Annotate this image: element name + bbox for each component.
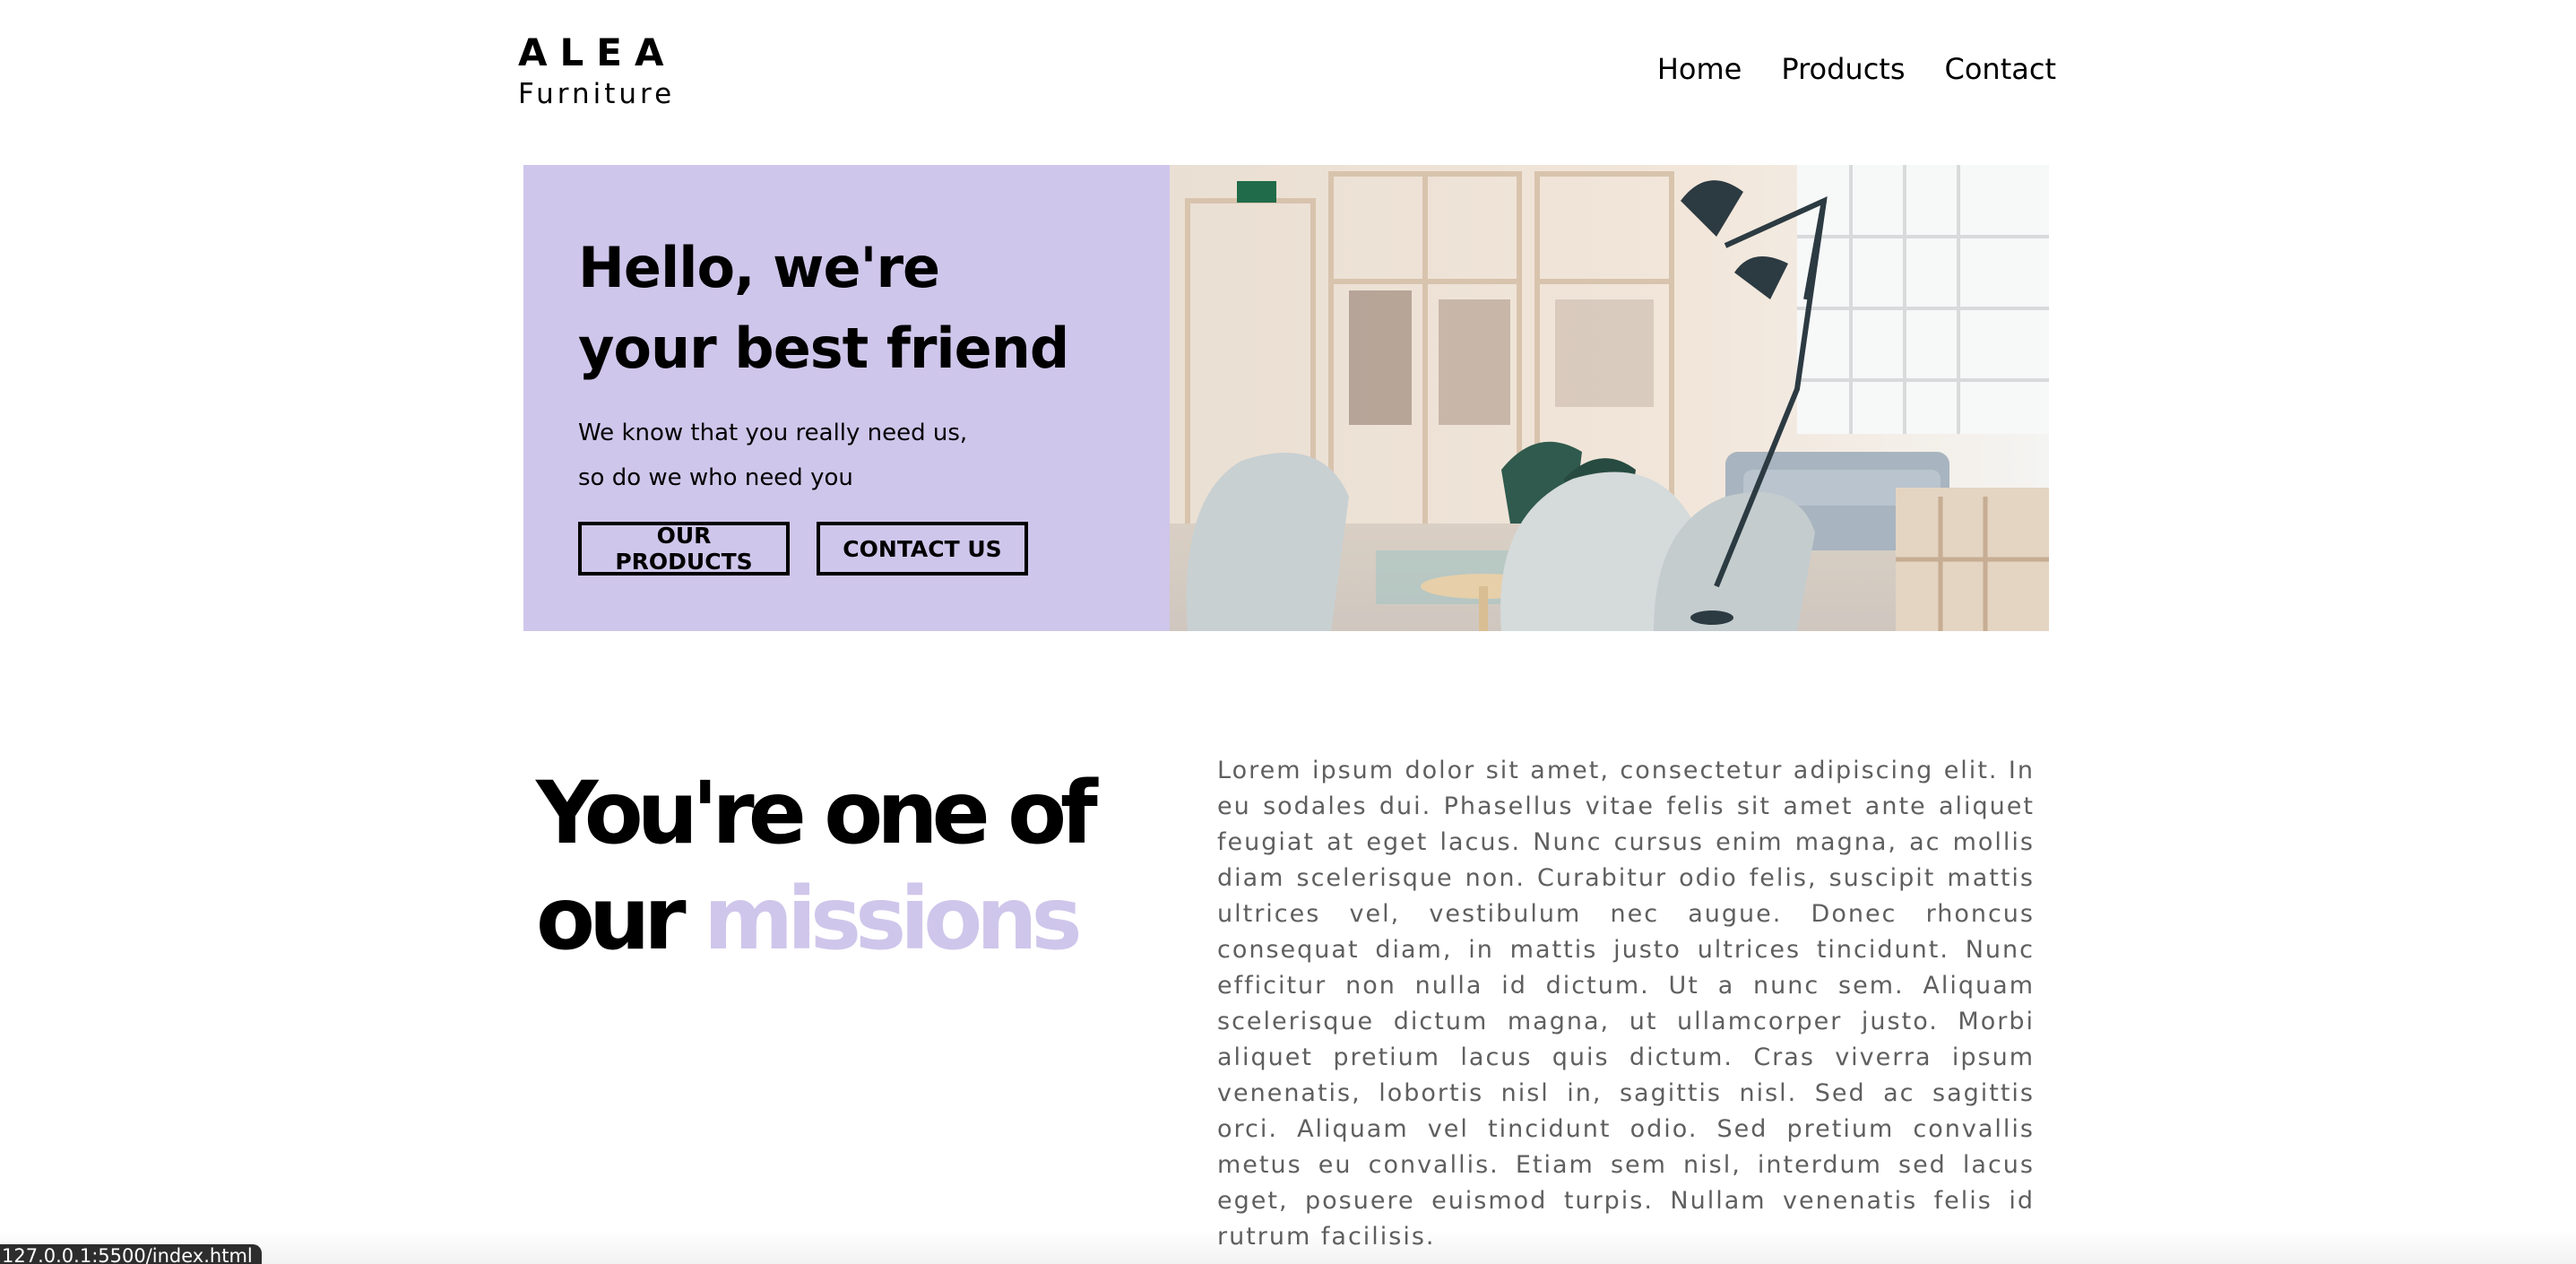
logo-mark: ALEA — [518, 30, 677, 74]
mission-heading-word: our — [536, 869, 687, 969]
nav-link-contact[interactable]: Contact — [1945, 52, 2057, 86]
hero-section: Hello, we're your best friend We know th… — [523, 165, 2049, 631]
mission-body-text: Lorem ipsum dolor sit amet, consectetur … — [1217, 757, 2035, 1251]
hero-title: Hello, we're your best friend — [578, 228, 1170, 389]
nav-link-home[interactable]: Home — [1657, 52, 1742, 86]
mission-heading-accent: missions — [704, 869, 1083, 969]
nav-link-products[interactable]: Products — [1781, 52, 1905, 86]
main-nav: Home Products Contact — [1657, 52, 2056, 86]
mission-heading: You're one of our missions — [536, 760, 1098, 972]
page: ALEA Furniture Home Products Contact Hel… — [0, 0, 2576, 1264]
mission-heading-line-2: our missions — [536, 866, 1092, 972]
hero-text-line-2: so do we who need you — [578, 464, 853, 491]
brand-logo[interactable]: ALEA Furniture — [518, 34, 676, 108]
interior-photo-icon — [1170, 165, 2049, 631]
hero-description: We know that you really need us, so do w… — [578, 411, 1170, 500]
hero-title-line-1: Hello, we're — [578, 235, 940, 300]
mission-heading-line-1: You're one of — [536, 763, 1098, 863]
hero-text-line-1: We know that you really need us, — [578, 420, 968, 446]
hero-buttons: OUR PRODUCTS CONTACT US — [578, 522, 1170, 576]
hero-panel: Hello, we're your best friend We know th… — [523, 165, 1170, 631]
contact-us-button[interactable]: CONTACT US — [817, 522, 1028, 576]
status-bar-url: 127.0.0.1:5500/index.html — [0, 1244, 262, 1264]
our-products-button[interactable]: OUR PRODUCTS — [578, 522, 790, 576]
logo-subtitle: Furniture — [518, 78, 676, 110]
hero-title-line-2: your best friend — [578, 316, 1069, 381]
bottom-shade — [0, 1230, 2576, 1264]
